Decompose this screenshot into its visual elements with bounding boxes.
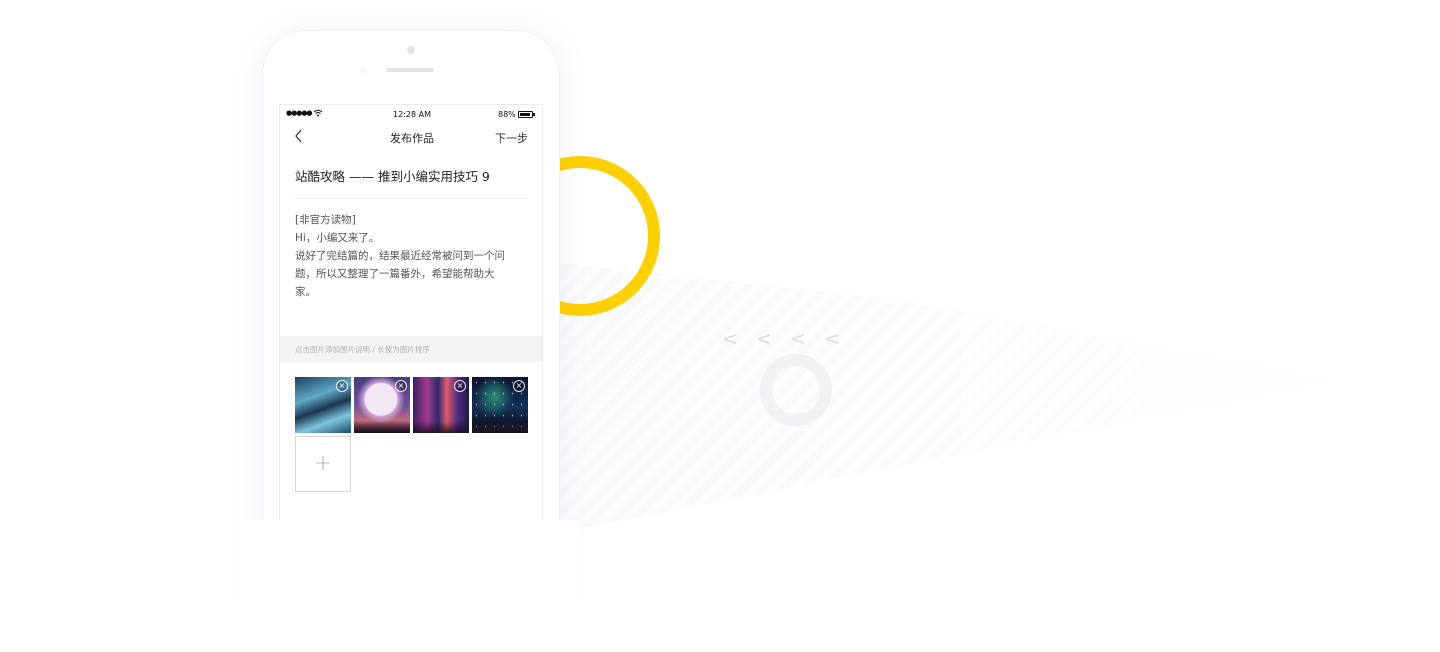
next-step-button[interactable]: 下一步 [495,130,528,146]
plus-icon: + [313,451,333,476]
night-sky-image[interactable]: × [472,377,528,433]
purple-moon-image[interactable]: × [354,377,410,433]
grey-ring-decoration [760,354,832,426]
add-image-button[interactable]: + [295,436,351,492]
body-line: Hi，小编又来了。 [295,232,380,244]
phone-sensor [360,67,366,73]
battery-percent: 88% [498,110,516,119]
phone-screen: ●●●●● 12:28 AM 88% 发布作品 下一步 站酷攻略 —— 推到小编… [279,104,543,574]
post-body-input[interactable]: [非官方读物] Hi，小编又来了。 说好了完结篇的，结果最近经常被问到一个问 题… [295,211,527,301]
remove-image-icon[interactable]: × [513,380,525,392]
remove-image-icon[interactable]: × [336,380,348,392]
blue-wave-image[interactable]: × [295,377,351,433]
image-silhouette [413,421,469,433]
hint-text: 点击图片添加图片说明 / 长按为图片排序 [295,345,430,354]
remove-image-icon[interactable]: × [454,380,466,392]
nav-bar: 发布作品 下一步 [280,125,542,149]
background-stripes [420,250,1340,560]
body-line: 题，所以又整理了一篇番外，希望能帮助大 [295,268,495,280]
body-line: [非官方读物] [295,214,356,226]
image-silhouette [354,421,410,433]
status-bar: ●●●●● 12:28 AM 88% [280,105,542,123]
phone-camera [407,46,415,54]
battery-icon [518,111,535,118]
bottom-fade [240,520,580,652]
body-line: 家。 [295,286,316,298]
divider [295,198,527,199]
hint-bar: 点击图片添加图片说明 / 长按为图片排序 [280,336,542,362]
post-title-input[interactable]: 站酷攻略 —— 推到小编实用技巧 9 [295,166,490,185]
body-line: 说好了完结篇的，结果最近经常被问到一个问 [295,250,505,262]
image-silhouette [472,421,528,433]
chevrons-decoration: < < < < [722,328,846,350]
phone-speaker [386,68,434,72]
remove-image-icon[interactable]: × [395,380,407,392]
neon-city-image[interactable]: × [413,377,469,433]
